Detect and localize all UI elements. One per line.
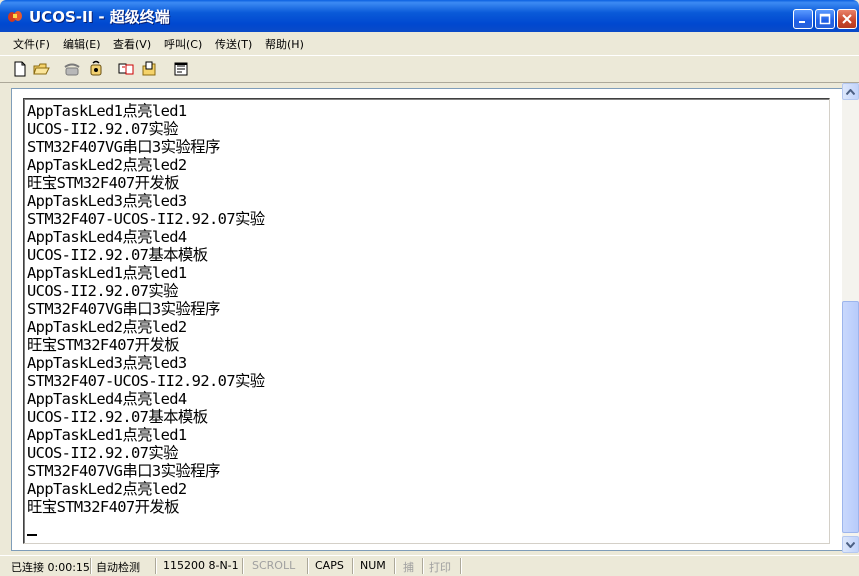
- status-divider: [460, 558, 462, 574]
- receive-icon[interactable]: [140, 60, 158, 78]
- text-cursor: [27, 534, 37, 536]
- terminal-line: AppTaskLed2点亮led2: [27, 480, 187, 498]
- status-divider: [242, 558, 244, 574]
- terminal-line: AppTaskLed2点亮led2: [27, 156, 187, 174]
- terminal-line: AppTaskLed3点亮led3: [27, 354, 187, 372]
- terminal-line: STM32F407VG串口3实验程序: [27, 138, 220, 156]
- terminal-line: AppTaskLed2点亮led2: [27, 318, 187, 336]
- terminal-line: STM32F407-UCOS-II2.92.07实验: [27, 372, 265, 390]
- menu-view[interactable]: 查看(V): [113, 36, 151, 52]
- terminal-line: STM32F407VG串口3实验程序: [27, 462, 220, 480]
- maximize-icon: [819, 13, 831, 25]
- menu-transfer[interactable]: 传送(T): [215, 36, 252, 52]
- terminal-line: UCOS-II2.92.07基本模板: [27, 408, 208, 426]
- close-button[interactable]: [837, 9, 857, 29]
- title-bar[interactable]: UCOS-II - 超级终端: [0, 0, 859, 32]
- status-divider: [155, 558, 157, 574]
- call-icon[interactable]: [63, 60, 81, 78]
- scroll-thumb[interactable]: [842, 301, 859, 533]
- status-scroll: SCROLL: [252, 559, 296, 572]
- status-detect: 自动检测: [96, 561, 140, 574]
- status-divider: [422, 558, 424, 574]
- window-title: UCOS-II - 超级终端: [29, 8, 170, 26]
- scroll-up-button[interactable]: [842, 83, 859, 100]
- terminal-line: STM32F407VG串口3实验程序: [27, 300, 220, 318]
- toolbar: [0, 55, 859, 83]
- scroll-down-button[interactable]: [842, 536, 859, 553]
- terminal-line: UCOS-II2.92.07实验: [27, 120, 179, 138]
- menu-bar: 文件(F) 编辑(E) 查看(V) 呼叫(C) 传送(T) 帮助(H): [0, 33, 859, 53]
- terminal-screen[interactable]: AppTaskLed1点亮led1 UCOS-II2.92.07实验 STM32…: [23, 98, 830, 544]
- terminal-line: AppTaskLed1点亮led1: [27, 102, 187, 120]
- maximize-button[interactable]: [815, 9, 835, 29]
- arrow-up-icon: [846, 88, 855, 95]
- status-bar: 已连接 0:00:15 自动检测 115200 8-N-1 SCROLL CAP…: [0, 555, 859, 576]
- status-print: 打印: [429, 561, 451, 574]
- terminal-line: AppTaskLed3点亮led3: [27, 192, 187, 210]
- minimize-button[interactable]: [793, 9, 813, 29]
- hyperterminal-icon: [8, 11, 22, 22]
- minimize-icon: [799, 21, 805, 23]
- arrow-down-icon: [846, 541, 855, 548]
- status-divider: [90, 558, 92, 574]
- terminal-line: AppTaskLed4点亮led4: [27, 390, 187, 408]
- send-icon[interactable]: [117, 60, 135, 78]
- terminal-line: 旺宝STM32F407开发板: [27, 498, 180, 516]
- status-divider: [352, 558, 354, 574]
- menu-help[interactable]: 帮助(H): [265, 36, 304, 52]
- terminal-line: AppTaskLed1点亮led1: [27, 264, 187, 282]
- terminal-line: UCOS-II2.92.07实验: [27, 444, 179, 462]
- terminal-line: AppTaskLed4点亮led4: [27, 228, 187, 246]
- vertical-scrollbar[interactable]: [842, 83, 859, 553]
- terminal-panel: AppTaskLed1点亮led1 UCOS-II2.92.07实验 STM32…: [11, 88, 843, 551]
- terminal-line: STM32F407-UCOS-II2.92.07实验: [27, 210, 265, 228]
- new-icon[interactable]: [11, 60, 29, 78]
- terminal-line: AppTaskLed1点亮led1: [27, 426, 187, 444]
- menu-edit[interactable]: 编辑(E): [63, 36, 101, 52]
- status-port: 115200 8-N-1: [163, 559, 239, 572]
- properties-icon[interactable]: [172, 60, 190, 78]
- terminal-line: UCOS-II2.92.07基本模板: [27, 246, 208, 264]
- menu-file[interactable]: 文件(F): [13, 36, 50, 52]
- terminal-line: UCOS-II2.92.07实验: [27, 282, 179, 300]
- status-caps: CAPS: [315, 559, 344, 572]
- menu-call[interactable]: 呼叫(C): [164, 36, 202, 52]
- status-divider: [307, 558, 309, 574]
- disconnect-icon[interactable]: [87, 60, 105, 78]
- terminal-output: AppTaskLed1点亮led1 UCOS-II2.92.07实验 STM32…: [27, 102, 265, 516]
- status-connection: 已连接 0:00:15: [11, 561, 90, 574]
- status-divider: [394, 558, 396, 574]
- status-capture: 捕: [403, 561, 414, 574]
- close-icon: [842, 14, 852, 24]
- open-icon[interactable]: [32, 60, 50, 78]
- terminal-line: 旺宝STM32F407开发板: [27, 336, 180, 354]
- terminal-line: 旺宝STM32F407开发板: [27, 174, 180, 192]
- status-num: NUM: [360, 559, 386, 572]
